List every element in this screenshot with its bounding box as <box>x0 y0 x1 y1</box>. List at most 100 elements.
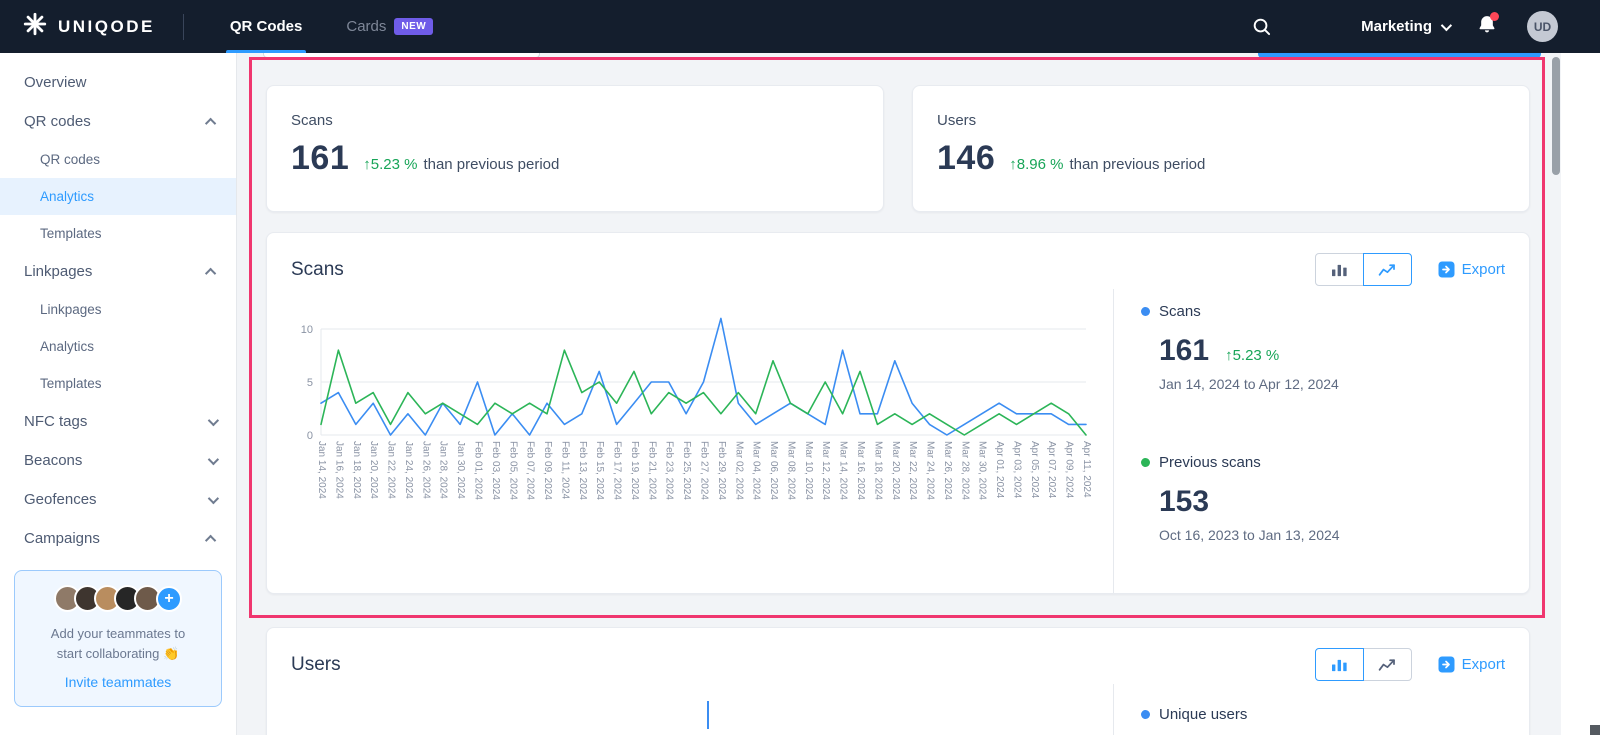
svg-text:0: 0 <box>307 430 313 442</box>
sidebar-group-geofences[interactable]: Geofences <box>0 480 236 519</box>
export-icon <box>1438 656 1455 673</box>
users-legend-label: Unique users <box>1159 706 1247 723</box>
chart-type-toggle <box>1315 253 1412 286</box>
chevron-up-icon <box>205 267 216 278</box>
sidebar-item-templates[interactable]: Templates <box>0 215 236 252</box>
sidebar-group-linkpages[interactable]: Linkpages <box>0 252 236 291</box>
svg-text:Feb 21, 2024: Feb 21, 2024 <box>646 441 657 500</box>
panel-divider <box>1113 289 1114 593</box>
svg-text:Jan 24, 2024: Jan 24, 2024 <box>403 441 414 499</box>
svg-text:5: 5 <box>307 377 313 389</box>
stat-label: Scans <box>291 112 859 129</box>
sidebar-label: Linkpages <box>40 302 102 317</box>
svg-text:Apr 09, 2024: Apr 09, 2024 <box>1064 441 1075 499</box>
svg-text:Jan 26, 2024: Jan 26, 2024 <box>420 441 431 499</box>
sidebar-item-linkpages-analytics[interactable]: Analytics <box>0 328 236 365</box>
chevron-down-icon <box>208 492 219 503</box>
invite-teammates-link[interactable]: Invite teammates <box>25 674 211 690</box>
sidebar-item-linkpages[interactable]: Linkpages <box>0 291 236 328</box>
bar-chart-toggle-button[interactable] <box>1315 648 1364 681</box>
users-chart-partial-line <box>707 701 709 729</box>
users-chart-card: Users Export Unique user <box>266 627 1530 735</box>
stat-label: Users <box>937 112 1505 129</box>
scans-chart-card: Scans Export 0510Jan 14, 2024Jan 16, 202… <box>266 232 1530 594</box>
scans-legend-panel: Scans 161 ↑5.23 % Jan 14, 2024 to Apr 12… <box>1141 303 1507 543</box>
svg-text:Mar 22, 2024: Mar 22, 2024 <box>907 441 918 500</box>
card-title: Scans <box>291 259 344 281</box>
export-label: Export <box>1462 656 1505 673</box>
bar-chart-icon <box>1331 262 1348 277</box>
svg-text:Apr 05, 2024: Apr 05, 2024 <box>1029 441 1040 499</box>
stat-compare-text: than previous period <box>423 156 559 173</box>
workspace-name: Marketing <box>1361 18 1432 35</box>
svg-text:Jan 20, 2024: Jan 20, 2024 <box>368 441 379 499</box>
search-icon[interactable] <box>1252 17 1271 36</box>
svg-text:Feb 01, 2024: Feb 01, 2024 <box>472 441 483 500</box>
export-button[interactable]: Export <box>1438 261 1505 278</box>
svg-text:Mar 12, 2024: Mar 12, 2024 <box>820 441 831 500</box>
svg-text:Mar 08, 2024: Mar 08, 2024 <box>785 441 796 500</box>
tab-cards[interactable]: Cards NEW <box>324 0 455 53</box>
bar-chart-toggle-button[interactable] <box>1315 253 1364 286</box>
stat-value: 161 <box>291 139 349 178</box>
filter-dropdown-partial[interactable] <box>263 53 540 58</box>
teammate-avatars: + <box>25 585 211 612</box>
tab-qr-codes[interactable]: QR Codes <box>208 0 325 53</box>
sidebar-label: Templates <box>40 226 102 241</box>
svg-text:Feb 29, 2024: Feb 29, 2024 <box>716 441 727 500</box>
svg-text:Mar 14, 2024: Mar 14, 2024 <box>838 441 849 500</box>
sidebar-label: Templates <box>40 376 102 391</box>
svg-text:Feb 09, 2024: Feb 09, 2024 <box>542 441 553 500</box>
svg-text:Mar 20, 2024: Mar 20, 2024 <box>890 441 901 500</box>
sidebar-item-overview[interactable]: Overview <box>0 63 236 102</box>
line-chart-toggle-button[interactable] <box>1363 648 1412 681</box>
chevron-up-icon <box>205 117 216 128</box>
sidebar-label: QR codes <box>24 113 91 130</box>
svg-text:Feb 23, 2024: Feb 23, 2024 <box>664 441 675 500</box>
svg-text:Mar 06, 2024: Mar 06, 2024 <box>768 441 779 500</box>
brand-logo[interactable]: UNIQODE <box>22 11 155 42</box>
line-chart-icon <box>1378 263 1396 277</box>
svg-text:Feb 15, 2024: Feb 15, 2024 <box>594 441 605 500</box>
add-teammate-button[interactable]: + <box>156 586 182 612</box>
users-stat-card: Users 146 ↑8.96 % than previous period <box>912 85 1530 212</box>
svg-text:Mar 26, 2024: Mar 26, 2024 <box>942 441 953 500</box>
legend-previous-value: 153 <box>1159 485 1209 519</box>
blue-dot-icon <box>1141 307 1150 316</box>
sidebar-item-analytics[interactable]: Analytics <box>0 178 236 215</box>
stat-compare-text: than previous period <box>1069 156 1205 173</box>
sidebar-item-linkpages-templates[interactable]: Templates <box>0 365 236 402</box>
sidebar-group-beacons[interactable]: Beacons <box>0 441 236 480</box>
svg-text:Feb 19, 2024: Feb 19, 2024 <box>629 441 640 500</box>
sidebar-label: Geofences <box>24 491 97 508</box>
svg-text:Apr 07, 2024: Apr 07, 2024 <box>1046 441 1057 499</box>
svg-text:Feb 07, 2024: Feb 07, 2024 <box>525 441 536 500</box>
stat-delta: ↑5.23 % <box>363 156 417 173</box>
sidebar-group-nfc-tags[interactable]: NFC tags <box>0 402 236 441</box>
vertical-scrollbar-thumb[interactable] <box>1552 57 1560 175</box>
line-chart-toggle-button[interactable] <box>1363 253 1412 286</box>
export-icon <box>1438 261 1455 278</box>
sidebar-label: Campaigns <box>24 530 100 547</box>
sidebar-group-qr-codes[interactable]: QR codes <box>0 102 236 141</box>
tab-qr-codes-label: QR Codes <box>230 18 303 35</box>
svg-text:Mar 28, 2024: Mar 28, 2024 <box>959 441 970 500</box>
sidebar-label: Overview <box>24 74 87 91</box>
bar-chart-icon <box>1331 657 1348 672</box>
user-avatar[interactable]: UD <box>1527 11 1558 42</box>
invite-teammates-card: + Add your teammates to start collaborat… <box>14 570 222 707</box>
topbar-right: Marketing UD <box>1252 11 1600 42</box>
sidebar-label: Analytics <box>40 339 94 354</box>
export-button[interactable]: Export <box>1438 656 1505 673</box>
primary-button-partial[interactable] <box>1258 53 1541 58</box>
legend-current-delta: ↑5.23 % <box>1225 347 1279 364</box>
sidebar-item-qr-codes[interactable]: QR codes <box>0 141 236 178</box>
notifications-button[interactable] <box>1477 14 1497 40</box>
svg-text:Mar 10, 2024: Mar 10, 2024 <box>803 441 814 500</box>
workspace-dropdown[interactable]: Marketing <box>1361 18 1449 35</box>
sidebar-label: Beacons <box>24 452 82 469</box>
svg-text:Apr 11, 2024: Apr 11, 2024 <box>1081 441 1092 498</box>
scans-stat-card: Scans 161 ↑5.23 % than previous period <box>266 85 884 212</box>
export-label: Export <box>1462 261 1505 278</box>
sidebar-group-campaigns[interactable]: Campaigns <box>0 519 236 558</box>
